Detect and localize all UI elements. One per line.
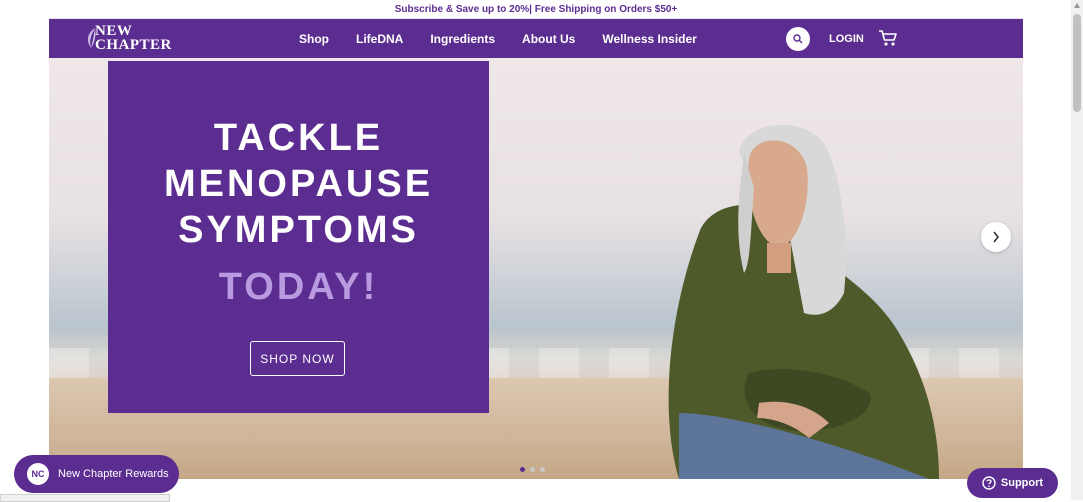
rewards-label: New Chapter Rewards [58,468,169,480]
support-button[interactable]: Support [967,468,1058,498]
carousel-dot-1[interactable] [520,467,525,472]
hero-headline-line1: TACKLE [213,117,384,159]
promo-text[interactable]: Subscribe & Save up to 20%| Free Shippin… [395,4,678,15]
shop-now-button[interactable]: SHOP NOW [250,341,345,376]
login-link[interactable]: LOGIN [829,19,864,58]
hero-headline-line3: SYMPTOMS [178,209,419,251]
rewards-widget-button[interactable]: NC New Chapter Rewards [14,455,179,493]
nav-menu: Shop LifeDNA Ingredients About Us Wellne… [299,19,724,58]
search-button[interactable] [786,27,810,51]
nav-ingredients[interactable]: Ingredients [430,32,495,46]
support-label: Support [1000,477,1044,489]
brand-logo[interactable]: NEW CHAPTER [85,23,195,55]
hero-headline-line2: MENOPAUSE [163,163,434,205]
hero-accent-text: TODAY! [218,266,379,308]
scrollbar-thumb[interactable] [1073,14,1081,112]
scroll-up-arrow-icon[interactable] [1074,3,1080,8]
carousel-dots [520,467,545,472]
carousel-next-button[interactable] [981,222,1011,252]
hero-headline: TACKLE MENOPAUSE SYMPTOMS [108,115,489,253]
promo-bar[interactable]: Subscribe & Save up to 20%| Free Shippin… [49,0,1023,19]
search-icon [793,34,803,44]
cart-icon [879,30,897,46]
logo-text-line2: CHAPTER [95,37,172,53]
hero-promo-box: TACKLE MENOPAUSE SYMPTOMS TODAY! SHOP NO… [108,61,489,413]
cart-button[interactable] [878,29,898,52]
carousel-dot-3[interactable] [540,467,545,472]
chevron-right-icon [993,231,1000,243]
woman-photo [668,124,939,479]
help-icon [982,476,996,490]
nav-lifedna[interactable]: LifeDNA [356,32,403,46]
page: Subscribe & Save up to 20%| Free Shippin… [49,0,1023,500]
nav-about-us[interactable]: About Us [522,32,575,46]
carousel-dot-2[interactable] [530,467,535,472]
nav-shop[interactable]: Shop [299,32,329,46]
main-navigation: NEW CHAPTER Shop LifeDNA Ingredients Abo… [49,19,1023,58]
nav-wellness-insider[interactable]: Wellness Insider [602,32,696,46]
browser-status-bar [0,494,170,502]
rewards-logo-icon: NC [27,463,49,485]
page-scrollbar[interactable] [1071,0,1083,500]
hero-banner: TACKLE MENOPAUSE SYMPTOMS TODAY! SHOP NO… [49,58,1023,479]
